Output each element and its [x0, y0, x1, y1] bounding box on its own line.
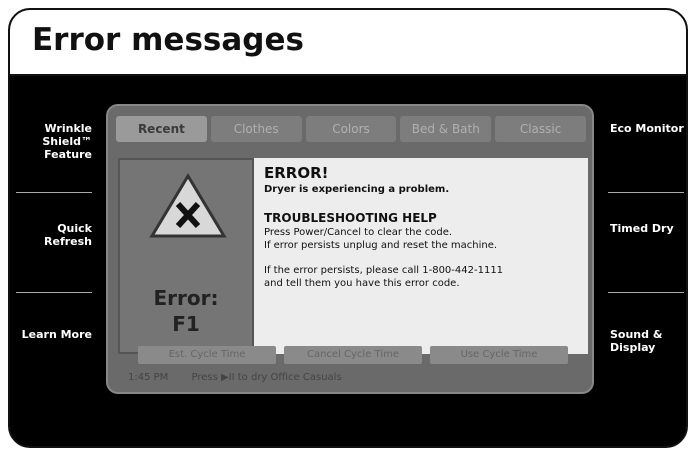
cycle-time-buttons: Est. Cycle Time Cancel Cycle Time Use Cy…	[138, 346, 568, 364]
quick-refresh-button[interactable]: Quick Refresh	[12, 222, 92, 248]
left-divider-2	[16, 292, 92, 293]
tab-recent[interactable]: Recent	[116, 116, 207, 142]
error-title: ERROR!	[264, 164, 329, 182]
tab-classic[interactable]: Classic	[495, 116, 586, 142]
cycle-tabs: Recent Clothes Colors Bed & Bath Classic	[116, 116, 586, 142]
warning-icon	[149, 173, 227, 238]
tab-clothes[interactable]: Clothes	[210, 116, 302, 142]
display-screen: Recent Clothes Colors Bed & Bath Classic…	[106, 104, 594, 394]
control-panel-frame: Error messages Wrinkle Shield™ Feature Q…	[8, 8, 688, 448]
right-divider-1	[608, 192, 684, 193]
use-cycle-time-button[interactable]: Use Cycle Time	[430, 346, 568, 364]
status-bar: 1:45 PM Press ▶II to dry Office Casuals	[128, 372, 342, 383]
timed-dry-button[interactable]: Timed Dry	[610, 222, 686, 235]
eco-monitor-button[interactable]: Eco Monitor	[610, 122, 686, 135]
sound-display-button[interactable]: Sound & Display	[610, 328, 686, 354]
left-divider-1	[16, 192, 92, 193]
help-line-1: Press Power/Cancel to clear the code.	[264, 227, 453, 238]
error-code-value: F1	[172, 312, 200, 336]
help-title: TROUBLESHOOTING HELP	[264, 211, 437, 225]
error-code-panel: Error: F1	[118, 158, 254, 354]
help-line-2: If error persists unplug and reset the m…	[264, 240, 498, 251]
cancel-cycle-time-button[interactable]: Cancel Cycle Time	[284, 346, 422, 364]
error-code-label: Error:	[153, 286, 219, 310]
call-line-2: and tell them you have this error code.	[264, 278, 460, 289]
status-message: Press ▶II to dry Office Casuals	[191, 372, 342, 383]
error-dialog: ERROR! Dryer is experiencing a problem. …	[254, 158, 588, 354]
wrinkle-shield-button[interactable]: Wrinkle Shield™ Feature	[12, 122, 92, 161]
title-bar: Error messages	[10, 10, 686, 76]
error-subtitle: Dryer is experiencing a problem.	[264, 184, 450, 195]
status-time: 1:45 PM	[128, 372, 169, 383]
tab-bed-bath[interactable]: Bed & Bath	[400, 116, 492, 142]
tab-colors[interactable]: Colors	[305, 116, 397, 142]
call-line-1: If the error persists, please call 1-800…	[264, 265, 504, 276]
learn-more-button[interactable]: Learn More	[12, 328, 92, 341]
page-title: Error messages	[32, 22, 304, 58]
right-divider-2	[608, 292, 684, 293]
error-code: Error: F1	[120, 285, 252, 337]
est-cycle-time-button[interactable]: Est. Cycle Time	[138, 346, 276, 364]
